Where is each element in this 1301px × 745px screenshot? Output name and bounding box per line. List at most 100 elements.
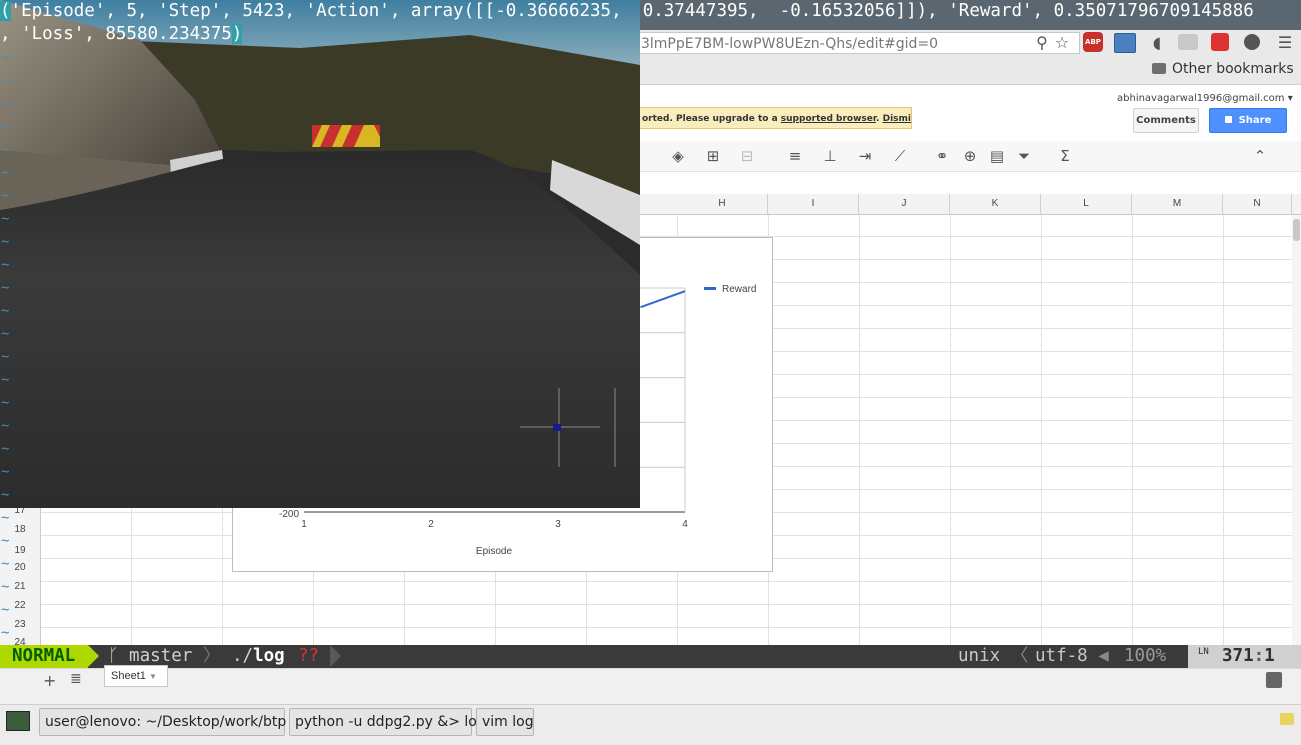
vim-tilde: ~ (1, 556, 10, 572)
share-button[interactable]: Share (1209, 108, 1287, 133)
warning-text: orted. Please upgrade to a (642, 114, 781, 124)
vim-tilde: ~ (1, 211, 10, 227)
text-wrap-icon[interactable]: ⇥ (855, 146, 875, 166)
text-rotation-icon[interactable]: ⟋ (890, 146, 910, 166)
comments-button[interactable]: Comments (1133, 108, 1199, 133)
align-left-icon[interactable]: ≡ (785, 146, 805, 166)
vertical-scrollbar[interactable] (1292, 215, 1301, 645)
log-line-text-cont: , 'Loss', 85580.234375 (0, 24, 232, 44)
other-bookmarks[interactable]: Other bookmarks (1152, 61, 1294, 77)
file-encoding: utf-8 ◀ (1035, 645, 1109, 668)
sheet-tab[interactable]: Sheet1 ▼ (104, 665, 168, 687)
scroll-percent: 100% (1124, 646, 1167, 666)
vim-tilde: ~ (1, 303, 10, 319)
vim-tilde: ~ (1, 326, 10, 342)
column-header-h[interactable]: H (677, 194, 768, 214)
functions-icon[interactable]: Σ (1055, 146, 1075, 166)
column-header-i[interactable]: I (768, 194, 859, 214)
browser-warning-banner: orted. Please upgrade to a supported bro… (637, 107, 912, 129)
column-header-l[interactable]: L (1041, 194, 1132, 214)
legend-label: Reward (722, 284, 756, 295)
segment-separator (330, 645, 341, 667)
merge-cells-icon[interactable]: ⊟ (737, 146, 757, 166)
other-bookmarks-label: Other bookmarks (1172, 61, 1294, 77)
column-header-n[interactable]: N (1223, 194, 1292, 214)
modified-flag: ?? (298, 646, 320, 666)
folder-icon (1152, 63, 1166, 74)
cursor-char: ( (0, 1, 11, 21)
encoding-text: utf-8 (1035, 646, 1088, 666)
all-sheets-icon[interactable]: ≣ (70, 671, 82, 687)
separator-icon: ◀ (1098, 646, 1109, 666)
insert-chart-icon[interactable]: ▤ (987, 146, 1007, 166)
y-tick-label: -200 (279, 509, 299, 520)
sheet-tab-label: Sheet1 (111, 670, 146, 682)
show-desktop-icon[interactable] (6, 711, 30, 731)
account-email-text: abhinavagarwal1996@gmail.com (1117, 93, 1285, 104)
series-line-reward (640, 290, 686, 309)
vim-tilde: ~ (1, 142, 10, 158)
hud-marker (553, 424, 561, 431)
cursor-position: 371:1 (1222, 646, 1275, 666)
taskbar-item-python[interactable]: python -u ddpg2.py &> log (289, 708, 486, 736)
game-render-window (0, 0, 640, 508)
vim-tilde: ~ (1, 533, 10, 549)
vim-tilde: ~ (1, 441, 10, 457)
vim-tilde: ~ (1, 602, 10, 618)
legend-swatch (704, 287, 716, 290)
vim-tilde: ~ (1, 464, 10, 480)
vim-tilde: ~ (1, 579, 10, 595)
sheet-tab-bar (0, 668, 1301, 705)
file-path-prefix: ./ (232, 646, 254, 666)
vim-tilde: ~ (1, 257, 10, 273)
column-header-m[interactable]: M (1132, 194, 1223, 214)
taskbar-item-terminal[interactable]: user@lenovo: ~/Desktop/work/btp (39, 708, 286, 736)
column-header-k[interactable]: K (950, 194, 1041, 214)
separator-icon: 〈 (1010, 646, 1029, 666)
account-email[interactable]: abhinavagarwal1996@gmail.com ▾ (1117, 93, 1293, 104)
cursor-line: 371 (1222, 646, 1254, 666)
vim-tilde: ~ (1, 96, 10, 112)
x-tick-label: 1 (301, 519, 307, 530)
insert-comment-icon[interactable]: ⊕ (960, 146, 980, 166)
insert-link-icon[interactable]: ⚭ (932, 146, 952, 166)
log-line-text: 'Episode', 5, 'Step', 5423, 'Action', ar… (10, 1, 1254, 21)
matching-paren: ) (231, 24, 243, 44)
vim-tilde: ~ (1, 349, 10, 365)
x-tick-label: 4 (682, 519, 688, 530)
file-name-text: log (253, 646, 285, 666)
fill-color-icon[interactable]: ◈ (668, 146, 688, 166)
lock-icon (1224, 116, 1232, 123)
scrollbar-thumb[interactable] (1293, 219, 1300, 241)
vim-tilde: ~ (1, 418, 10, 434)
vim-tilde: ~ (1, 188, 10, 204)
filter-icon[interactable]: ⏷ (1014, 146, 1034, 166)
vim-statusline: NORMAL ᚴ master 〉 ./log ?? unix 〈 utf-8 … (0, 645, 1301, 668)
mode-indicator: NORMAL (0, 645, 88, 668)
valign-bottom-icon[interactable]: ⊥ (820, 146, 840, 166)
vim-tilde: ~ (1, 119, 10, 135)
vim-tilde: ~ (1, 510, 10, 526)
collapse-toolbar-icon[interactable]: ⌃ (1250, 146, 1270, 166)
add-sheet-icon[interactable]: + (43, 671, 56, 690)
vim-tilde: ~ (1, 234, 10, 250)
taskbar-item-vim[interactable]: vim log (476, 708, 534, 736)
file-format-text: unix (958, 646, 1001, 666)
game-scene (0, 0, 640, 508)
file-format: unix 〈 (958, 645, 1028, 668)
chart-series (640, 290, 686, 309)
dismiss-link[interactable]: Dismiss (883, 114, 911, 124)
borders-icon[interactable]: ⊞ (703, 146, 723, 166)
vim-buffer[interactable]: ('Episode', 5, 'Step', 5423, 'Action', a… (0, 0, 1254, 46)
chrome-menu-icon[interactable]: ☰ (1273, 32, 1297, 54)
supported-browser-link[interactable]: supported browser (781, 114, 876, 124)
share-label: Share (1238, 115, 1272, 126)
file-name: ./log (232, 645, 285, 668)
tray-notes-icon[interactable] (1280, 713, 1294, 725)
explore-icon[interactable] (1266, 672, 1282, 688)
x-axis-title: Episode (476, 546, 513, 557)
line-number-icon: LN (1198, 647, 1209, 657)
vim-tilde: ~ (1, 372, 10, 388)
column-header-j[interactable]: J (859, 194, 950, 214)
separator-icon: 〉 (202, 646, 221, 666)
